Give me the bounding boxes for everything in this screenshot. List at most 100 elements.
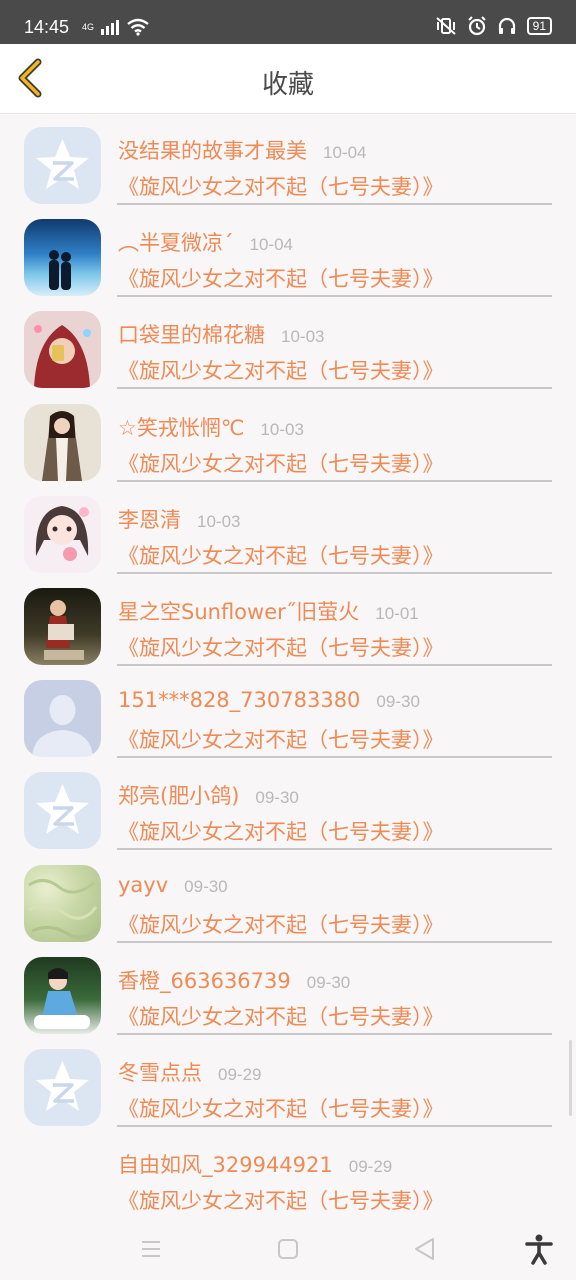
list-item[interactable]: yayv 09-30 《旋风少女之对不起（七号夫妻）》 — [0, 852, 576, 944]
headphones-icon — [498, 17, 515, 34]
divider — [117, 387, 552, 390]
list-item[interactable]: 冬雪点点 09-29 《旋风少女之对不起（七号夫妻）》 — [0, 1036, 576, 1128]
collect-date: 09-29 — [348, 1157, 393, 1177]
user-avatar[interactable] — [24, 864, 101, 942]
alarm-icon — [467, 16, 486, 36]
name-line: yayv 09-30 — [118, 873, 228, 897]
favorites-list: 没结果的故事才最美 10-04 《旋风少女之对不起（七号夫妻）》 ︵半夏微凉´ … — [0, 114, 576, 1216]
story-title[interactable]: 《旋风少女之对不起（七号夫妻）》 — [118, 263, 444, 293]
divider — [117, 203, 552, 205]
collect-date: 10-04 — [323, 143, 367, 162]
divider — [117, 940, 552, 943]
divider — [117, 756, 552, 759]
menu-button[interactable] — [134, 1232, 168, 1266]
name-line: ︵半夏微凉´ 10-04 — [118, 227, 293, 257]
signal-icon — [101, 20, 120, 35]
list-item[interactable]: 李恩清 10-03 《旋风少女之对不起（七号夫妻）》 — [0, 483, 576, 575]
back-triangle-icon — [415, 1238, 434, 1260]
name-line: 没结果的故事才最美 10-04 — [118, 135, 366, 165]
name-line: 自由如风_329944921 09-29 — [118, 1149, 392, 1179]
menu-icon — [142, 1241, 160, 1257]
qq-default-icon[interactable] — [24, 772, 101, 850]
user-name: 星之空Sunflower˝旧萤火 — [118, 599, 360, 624]
story-title[interactable]: 《旋风少女之对不起（七号夫妻）》 — [118, 171, 444, 201]
name-line: 星之空Sunflower˝旧萤火 10-01 — [118, 596, 419, 626]
story-title[interactable]: 《旋风少女之对不起（七号夫妻）》 — [118, 632, 444, 662]
vibrate-off-icon — [435, 17, 456, 35]
collect-date: 10-01 — [375, 603, 419, 623]
list-item[interactable]: 口袋里的棉花糖 10-03 《旋风少女之对不起（七号夫妻）》 — [0, 298, 576, 390]
story-title[interactable]: 《旋风少女之对不起（七号夫妻）》 — [118, 355, 444, 385]
qq-default-icon[interactable] — [24, 127, 101, 204]
app-header: 收藏 — [0, 44, 576, 114]
user-name: 口袋里的棉花糖 — [118, 323, 265, 348]
user-name: ☆笑戎怅惘℃ — [118, 415, 245, 440]
collect-date: 09-30 — [255, 788, 299, 808]
user-name: 151***828_730783380 — [118, 688, 361, 713]
story-title[interactable]: 《旋风少女之对不起（七号夫妻）》 — [118, 724, 444, 754]
list-item[interactable]: 自由如风_329944921 09-29 《旋风少女之对不起（七号夫妻）》 — [0, 1128, 576, 1216]
user-avatar[interactable] — [24, 587, 101, 665]
story-title[interactable]: 《旋风少女之对不起（七号夫妻）》 — [118, 1001, 444, 1031]
collect-date: 09-30 — [184, 876, 228, 896]
story-title[interactable]: 《旋风少女之对不起（七号夫妻）》 — [118, 1185, 444, 1215]
user-avatar[interactable] — [24, 956, 101, 1034]
list-item[interactable]: 郑亮(肥小鸽) 09-30 《旋风少女之对不起（七号夫妻）》 — [0, 759, 576, 851]
divider — [117, 848, 552, 851]
user-avatar[interactable] — [24, 403, 101, 481]
story-title[interactable]: 《旋风少女之对不起（七号夫妻）》 — [118, 909, 444, 939]
back-nav-button[interactable] — [408, 1232, 442, 1266]
scrollbar[interactable] — [569, 1040, 572, 1116]
list-item[interactable]: 星之空Sunflower˝旧萤火 10-01 《旋风少女之对不起（七号夫妻）》 — [0, 575, 576, 667]
collect-date: 10-03 — [281, 327, 325, 347]
list-item[interactable]: ︵半夏微凉´ 10-04 《旋风少女之对不起（七号夫妻）》 — [0, 206, 576, 298]
user-name: ︵半夏微凉´ — [118, 231, 234, 256]
status-signal-group: 4G — [82, 18, 150, 36]
name-line: 口袋里的棉花糖 10-03 — [118, 319, 324, 349]
network-label: 4G — [82, 22, 95, 32]
accessibility-icon — [525, 1234, 553, 1265]
status-bar: 14:45 4G 91 — [0, 0, 576, 44]
name-line: 李恩清 10-03 — [118, 504, 240, 534]
divider — [117, 1032, 552, 1035]
user-name: 没结果的故事才最美 — [118, 139, 307, 163]
accessibility-button[interactable] — [522, 1232, 556, 1266]
user-avatar[interactable] — [24, 495, 101, 573]
user-name: 郑亮(肥小鸽) — [118, 784, 240, 809]
collect-date: 10-03 — [197, 511, 241, 531]
name-line: 151***828_730783380 09-30 — [118, 688, 420, 712]
story-title[interactable]: 《旋风少女之对不起（七号夫妻）》 — [118, 448, 444, 478]
divider — [117, 663, 552, 666]
collect-date: 09-30 — [376, 692, 420, 712]
name-line: 冬雪点点 09-29 — [118, 1057, 261, 1087]
name-line: 香橙_663636739 09-30 — [118, 965, 350, 995]
system-nav-bar — [0, 1216, 576, 1280]
default-person-icon[interactable] — [24, 680, 101, 758]
user-name: 冬雪点点 — [118, 1060, 202, 1085]
user-name: 李恩清 — [118, 507, 181, 532]
collect-date: 10-03 — [260, 419, 304, 439]
collect-date: 09-29 — [218, 1064, 262, 1084]
collect-date: 09-30 — [306, 972, 351, 992]
divider — [117, 1124, 552, 1127]
story-title[interactable]: 《旋风少女之对不起（七号夫妻）》 — [118, 540, 444, 570]
user-avatar[interactable] — [24, 219, 101, 297]
qq-default-icon[interactable] — [24, 1048, 101, 1126]
list-item[interactable]: ☆笑戎怅惘℃ 10-03 《旋风少女之对不起（七号夫妻）》 — [0, 391, 576, 483]
name-line: 郑亮(肥小鸽) 09-30 — [118, 780, 299, 810]
list-item[interactable]: 151***828_730783380 09-30 《旋风少女之对不起（七号夫妻… — [0, 667, 576, 759]
page-title: 收藏 — [261, 70, 314, 100]
battery-icon: 91 — [526, 17, 552, 35]
status-time: 14:45 — [24, 17, 70, 37]
collect-date: 10-04 — [249, 235, 293, 255]
user-avatar[interactable] — [24, 311, 101, 389]
list-item[interactable]: 香橙_663636739 09-30 《旋风少女之对不起（七号夫妻）》 — [0, 944, 576, 1036]
wifi-icon — [127, 18, 149, 36]
story-title[interactable]: 《旋风少女之对不起（七号夫妻）》 — [118, 1093, 444, 1123]
list-item[interactable]: 没结果的故事才最美 10-04 《旋风少女之对不起（七号夫妻）》 — [0, 114, 576, 206]
user-name: yayv — [118, 872, 169, 897]
home-icon — [278, 1239, 298, 1259]
divider — [117, 571, 552, 574]
home-button[interactable] — [271, 1232, 305, 1266]
story-title[interactable]: 《旋风少女之对不起（七号夫妻）》 — [118, 816, 444, 846]
